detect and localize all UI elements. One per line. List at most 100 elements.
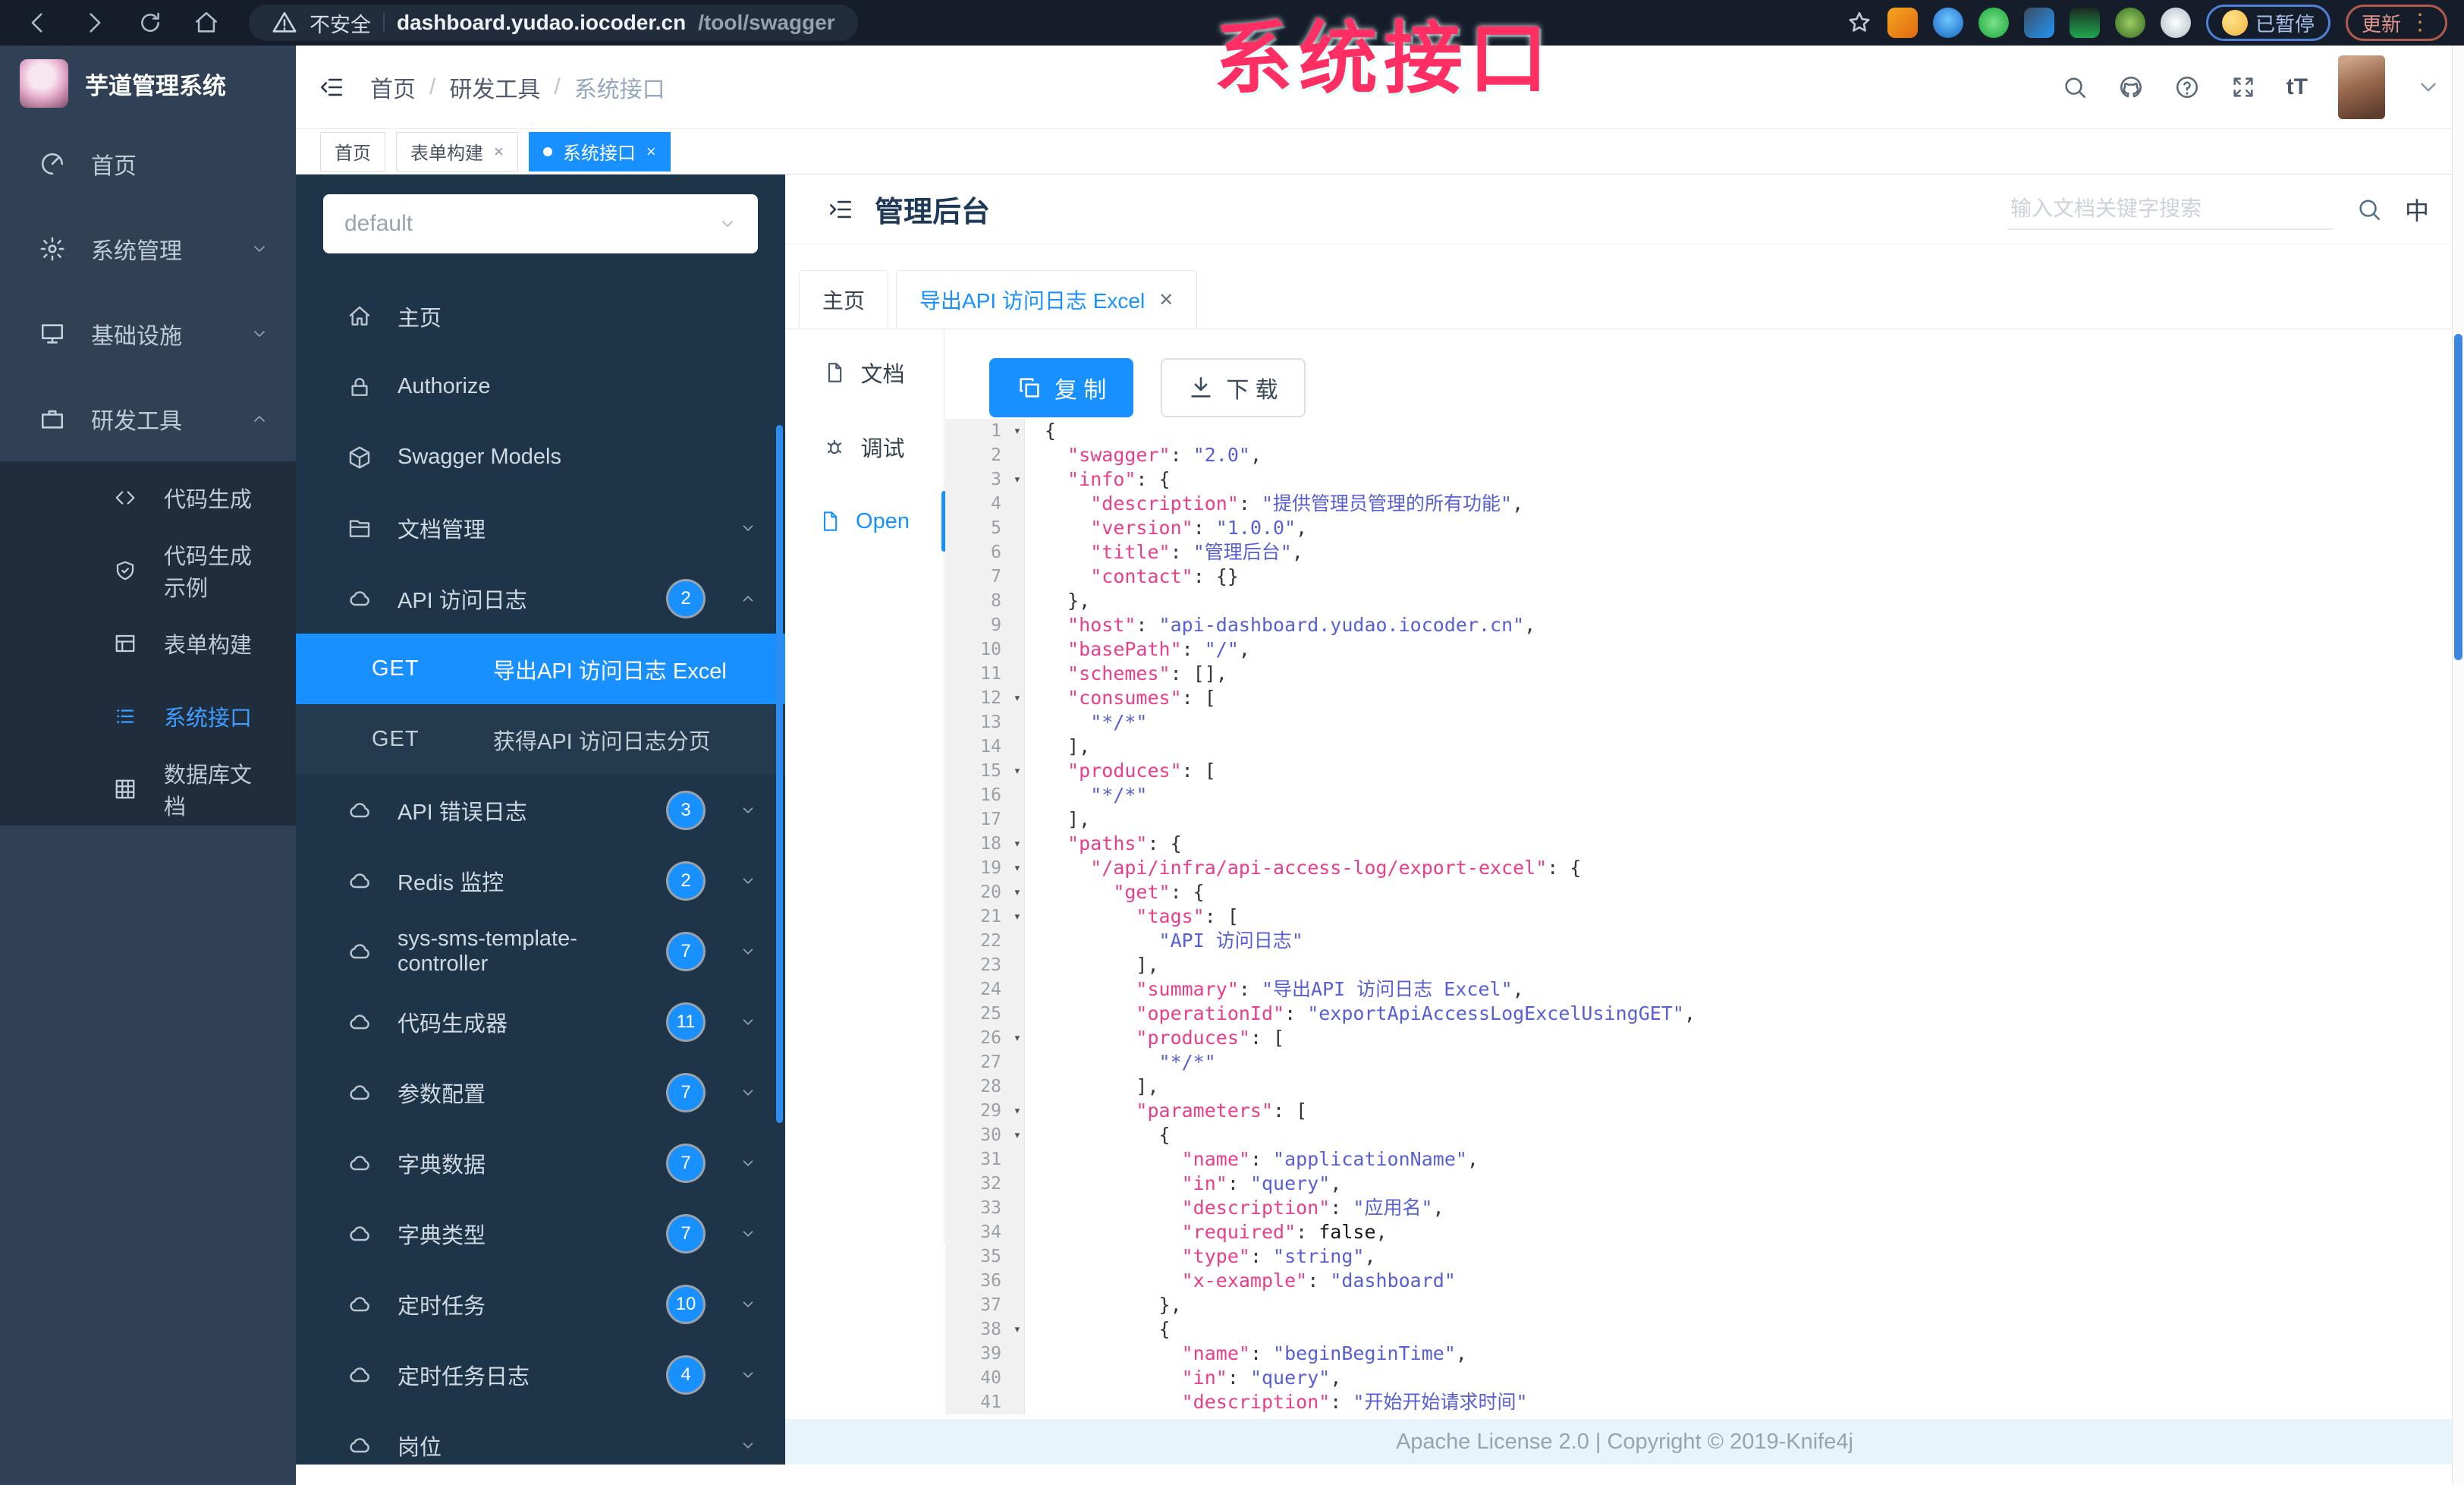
reload-icon[interactable] <box>135 8 165 38</box>
line-number[interactable]: 32 <box>945 1172 1025 1196</box>
fold-caret-icon[interactable]: ▾ <box>1014 880 1021 905</box>
line-number[interactable]: 39 <box>945 1342 1025 1366</box>
line-number[interactable]: 26 ▾ <box>945 1026 1025 1050</box>
page-scrollbar[interactable] <box>2452 46 2464 1485</box>
line-number[interactable]: 20 ▾ <box>945 880 1025 905</box>
line-number[interactable]: 31 <box>945 1147 1025 1172</box>
fullscreen-icon[interactable] <box>2230 74 2256 100</box>
line-number[interactable]: 5 <box>945 516 1025 540</box>
page-scrollbar-thumb[interactable] <box>2454 334 2462 660</box>
orange-extension-icon[interactable] <box>1887 8 1918 38</box>
copy-button[interactable]: 复 制 <box>989 358 1134 417</box>
line-number[interactable]: 25 <box>945 1002 1025 1026</box>
line-number[interactable]: 33 <box>945 1196 1025 1220</box>
line-number[interactable]: 38 ▾ <box>945 1317 1025 1342</box>
swagger-nav-item-11[interactable]: 字典数据 7 <box>296 1128 785 1198</box>
json-code-editor[interactable]: 1 ▾{2 "swagger": "2.0", 3 ▾ "info": {4 "des… <box>945 419 2464 1414</box>
blue-drop-extension-icon[interactable] <box>1932 8 1963 38</box>
line-number[interactable]: 24 <box>945 977 1025 1002</box>
line-number[interactable]: 12 ▾ <box>945 686 1025 710</box>
rail-item-文档[interactable]: 文档 <box>785 335 944 410</box>
line-number[interactable]: 4 <box>945 492 1025 516</box>
address-bar[interactable]: 不安全 dashboard.yudao.iocoder.cn /tool/swa… <box>249 5 858 41</box>
breadcrumb-item[interactable]: 首页 <box>370 71 416 104</box>
font-size-icon[interactable]: tT <box>2286 74 2308 100</box>
green-gn-extension-icon[interactable] <box>2069 8 2100 38</box>
close-icon[interactable]: × <box>494 142 504 162</box>
line-number[interactable]: 6 <box>945 540 1025 565</box>
sidebar-item-4[interactable]: 研发工具 <box>0 376 296 461</box>
doc-tab-1[interactable]: 主页 <box>799 270 889 329</box>
swagger-nav-item-6[interactable]: API 错误日志 3 <box>296 775 785 845</box>
line-number[interactable]: 37 <box>945 1293 1025 1317</box>
swagger-nav-item-10[interactable]: 参数配置 7 <box>296 1057 785 1128</box>
close-icon[interactable]: ✕ <box>1158 289 1174 311</box>
close-icon[interactable]: × <box>646 142 656 162</box>
endpoint-item-1[interactable]: GET 导出API 访问日志 Excel <box>296 634 785 704</box>
line-number[interactable]: 9 <box>945 613 1025 637</box>
sidebar-subitem-5[interactable]: 数据库文档 <box>0 753 296 826</box>
collapse-sidebar-icon[interactable] <box>828 197 853 222</box>
avatar[interactable] <box>2338 55 2385 119</box>
line-number[interactable]: 18 ▾ <box>945 832 1025 856</box>
sidebar-scrollbar-thumb[interactable] <box>776 425 783 1123</box>
line-number[interactable]: 19 ▾ <box>945 856 1025 880</box>
line-number[interactable]: 10 <box>945 637 1025 662</box>
help-icon[interactable] <box>2174 74 2200 100</box>
sidebar-subitem-4[interactable]: 系统接口 <box>0 680 296 753</box>
paused-extension-badge[interactable]: 已暂停 <box>2205 5 2330 41</box>
line-number[interactable]: 35 <box>945 1244 1025 1269</box>
doc-search-input[interactable] <box>2007 188 2334 230</box>
fold-caret-icon[interactable]: ▾ <box>1014 1026 1021 1050</box>
fold-caret-icon[interactable]: ▾ <box>1014 1099 1021 1123</box>
swagger-nav-item-14[interactable]: 定时任务日志 4 <box>296 1339 785 1410</box>
search-icon[interactable] <box>2356 197 2382 222</box>
green-alien-extension-icon[interactable] <box>2114 8 2145 38</box>
breadcrumb-item[interactable]: 系统接口 <box>574 71 665 104</box>
line-number[interactable]: 36 <box>945 1269 1025 1293</box>
line-number[interactable]: 2 <box>945 443 1025 467</box>
line-number[interactable]: 11 <box>945 662 1025 686</box>
line-number[interactable]: 1 ▾ <box>945 419 1025 443</box>
fold-caret-icon[interactable]: ▾ <box>1014 856 1021 880</box>
swagger-nav-item-13[interactable]: 定时任务 10 <box>296 1269 785 1339</box>
app-logo-row[interactable]: 芋道管理系统 <box>0 46 296 121</box>
tag-3[interactable]: 系统接口 × <box>528 131 671 171</box>
line-number[interactable]: 23 <box>945 953 1025 977</box>
blue-puzzle-extension-icon[interactable] <box>2023 8 2054 38</box>
chrome-update-button[interactable]: 更新 ⋮ <box>2345 5 2447 41</box>
line-number[interactable]: 15 ▾ <box>945 759 1025 783</box>
line-number[interactable]: 29 ▾ <box>945 1099 1025 1123</box>
line-number[interactable]: 27 <box>945 1050 1025 1074</box>
fold-caret-icon[interactable]: ▾ <box>1014 905 1021 929</box>
language-toggle-icon[interactable]: 中 <box>2405 192 2429 227</box>
line-number[interactable]: 14 <box>945 735 1025 759</box>
back-icon[interactable] <box>23 8 53 38</box>
swagger-nav-item-4[interactable]: 文档管理 <box>296 492 785 563</box>
rail-item-调试[interactable]: 调试 <box>785 410 944 484</box>
sidebar-subitem-1[interactable]: 代码生成 <box>0 461 296 534</box>
fold-caret-icon[interactable]: ▾ <box>1014 686 1021 710</box>
swagger-nav-item-15[interactable]: 岗位 <box>296 1410 785 1465</box>
home-icon[interactable] <box>191 8 222 38</box>
swagger-nav-item-8[interactable]: sys-sms-template-controller 7 <box>296 916 785 986</box>
rail-item-open[interactable]: Open <box>785 484 947 558</box>
menu-fold-icon[interactable] <box>319 74 344 100</box>
line-number[interactable]: 3 ▾ <box>945 467 1025 492</box>
swagger-nav-item-7[interactable]: Redis 监控 2 <box>296 845 785 916</box>
endpoint-item-2[interactable]: GET 获得API 访问日志分页 <box>296 704 785 775</box>
tag-2[interactable]: 表单构建 × <box>396 131 518 171</box>
fold-caret-icon[interactable]: ▾ <box>1014 467 1021 492</box>
browser-menu-icon[interactable]: ⋮ <box>2409 11 2431 34</box>
sidebar-item-2[interactable]: 系统管理 <box>0 206 296 291</box>
line-number[interactable]: 41 <box>945 1390 1025 1414</box>
fold-caret-icon[interactable]: ▾ <box>1014 1317 1021 1342</box>
line-number[interactable]: 16 <box>945 783 1025 807</box>
sidebar-subitem-2[interactable]: 代码生成示例 <box>0 534 296 607</box>
fold-caret-icon[interactable]: ▾ <box>1014 1123 1021 1147</box>
fold-caret-icon[interactable]: ▾ <box>1014 759 1021 783</box>
line-number[interactable]: 30 ▾ <box>945 1123 1025 1147</box>
tag-1[interactable]: 首页 <box>320 131 385 171</box>
forward-icon[interactable] <box>79 8 109 38</box>
swagger-nav-item-3[interactable]: Swagger Models <box>296 422 785 492</box>
